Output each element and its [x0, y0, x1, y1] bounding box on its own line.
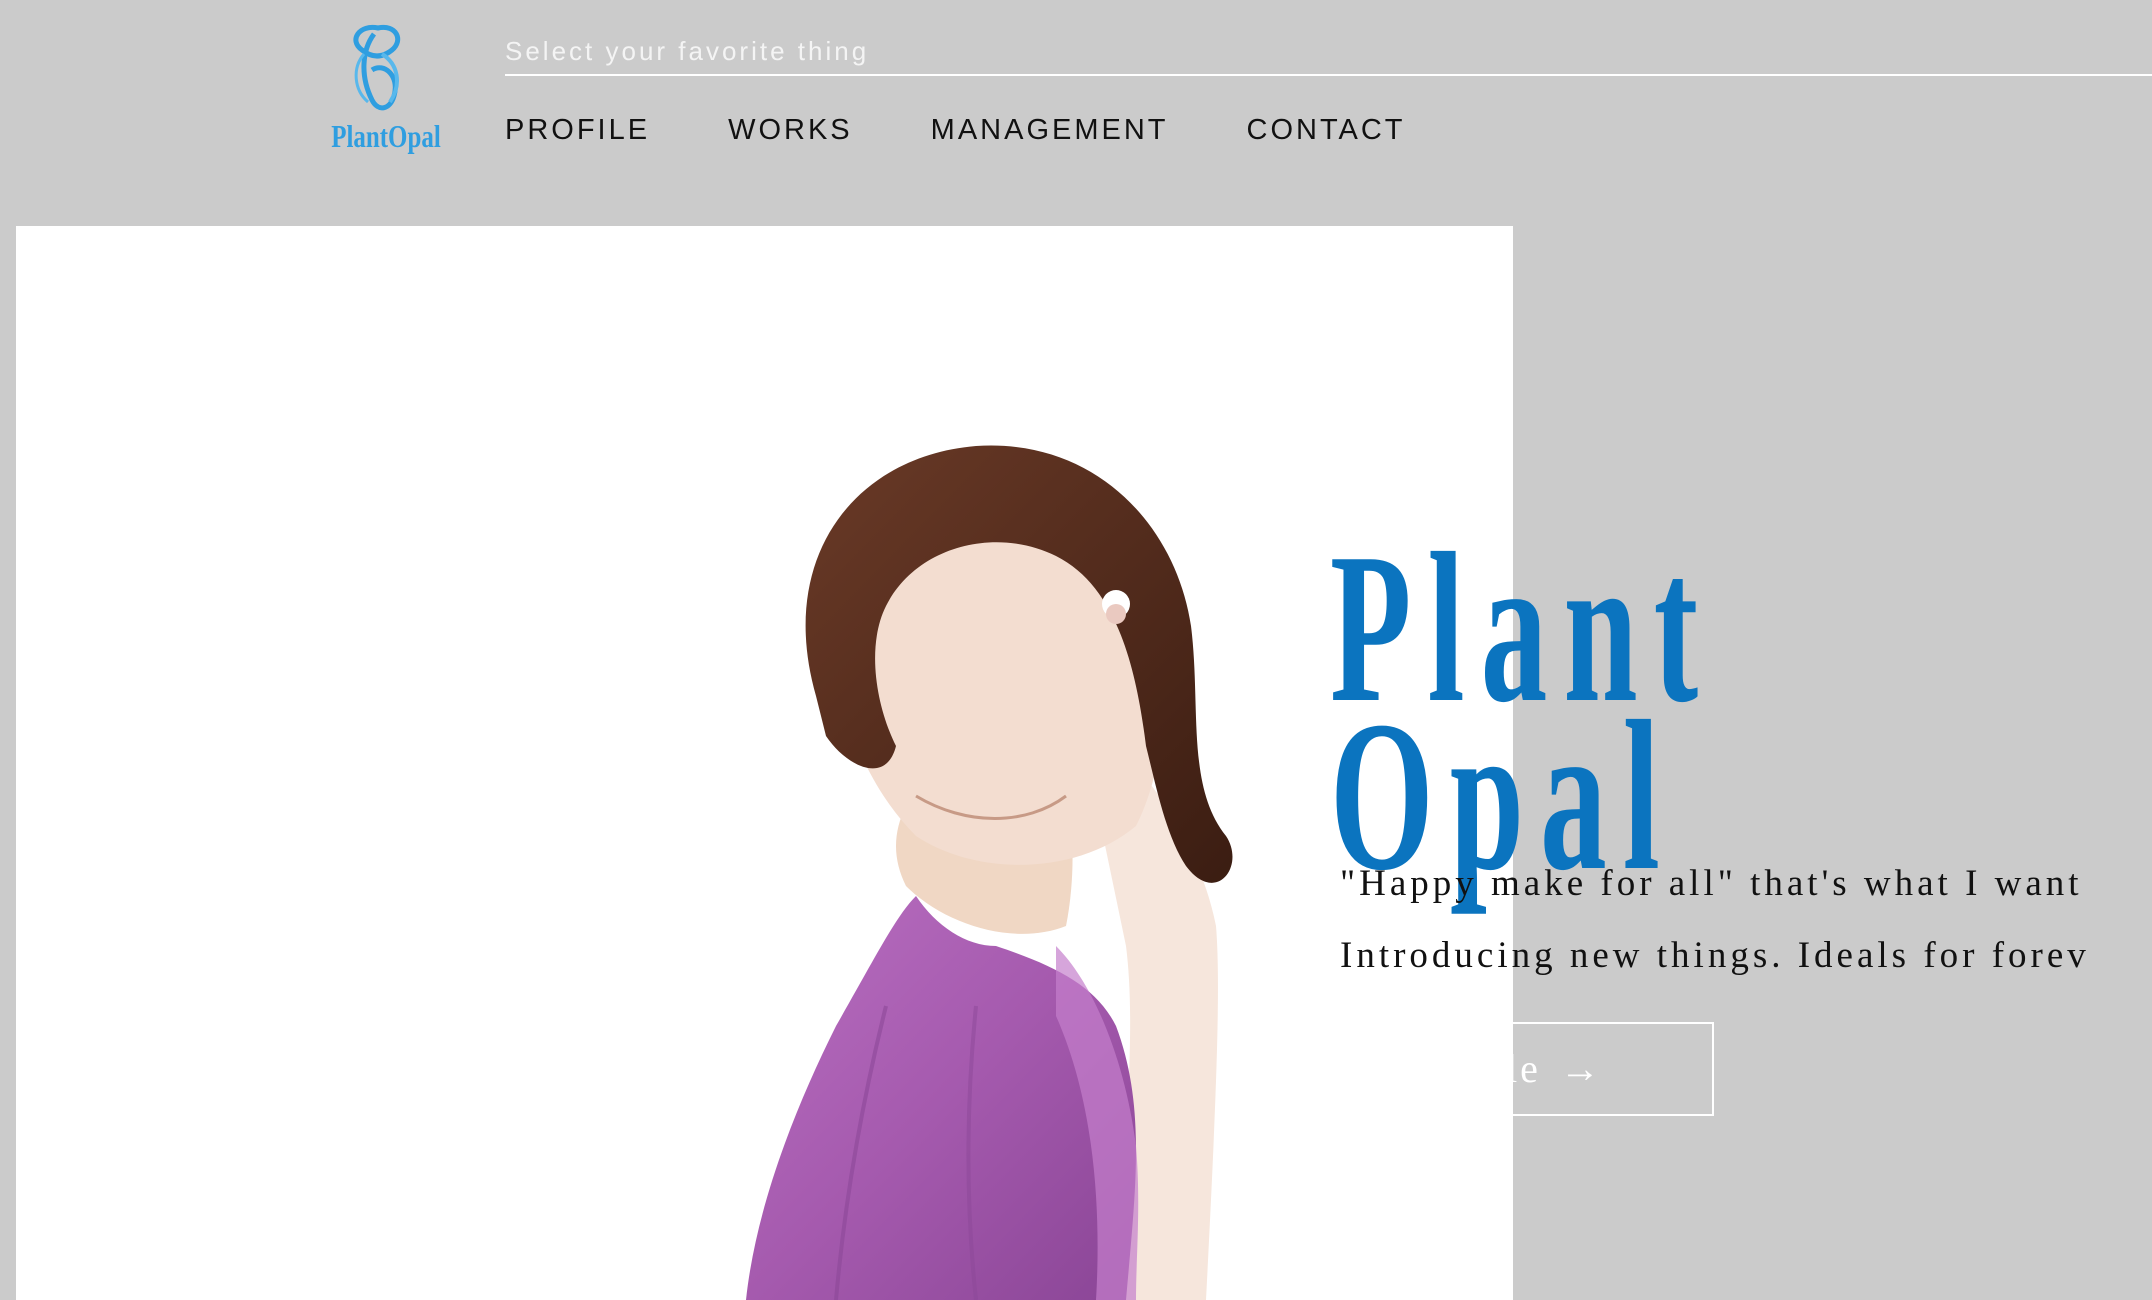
search-field[interactable] [505, 30, 2152, 76]
hero-title: Plant Opal [1330, 520, 1714, 903]
arrow-right-icon: → [1559, 1046, 1603, 1091]
nav-contact[interactable]: CONTACT [1247, 110, 1406, 150]
butterfly-icon [353, 24, 401, 111]
profile-button[interactable]: Profile → [1300, 1022, 1714, 1116]
main-nav: PROFILE WORKS MANAGEMENT CONTACT [505, 110, 1484, 150]
nav-profile[interactable]: PROFILE [505, 110, 650, 150]
logo-text: PlantOpal [331, 118, 441, 154]
hero-tagline: "Happy make for all" that's what I want … [1340, 848, 2090, 992]
profile-button-label: Profile [1411, 1046, 1541, 1091]
search-input[interactable] [505, 30, 2152, 72]
brand-logo[interactable]: PlantOpal [318, 20, 441, 165]
hero-image-panel [16, 226, 1513, 1300]
tagline-line1: "Happy make for all" that's what I want [1340, 863, 2083, 904]
nav-works[interactable]: WORKS [728, 110, 853, 150]
hero-portrait-image [746, 445, 1233, 1300]
nav-management[interactable]: MANAGEMENT [931, 110, 1169, 150]
tagline-line2: Introducing new things. Ideals for forev [1340, 935, 2090, 976]
